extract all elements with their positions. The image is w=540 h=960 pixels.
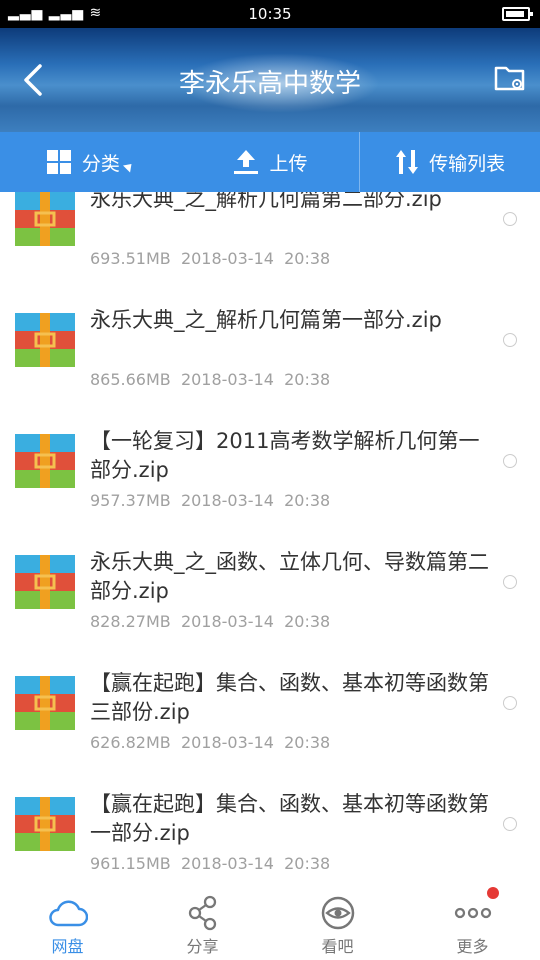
file-meta: 626.82MB 2018-03-14 20:38 [90,733,331,752]
zip-archive-icon [15,797,75,851]
file-list: 永乐大典_之_解析几何篇第二部分.zip 693.51MB 2018-03-14… [0,192,540,870]
tab-watch-label: 看吧 [321,937,354,956]
more-icon [454,907,491,919]
grid-icon [46,150,71,174]
toolbar: 分类 上传 传输列表 [0,132,540,192]
select-radio[interactable] [503,575,517,589]
tab-disk-label: 网盘 [51,937,84,956]
file-name: 永乐大典_之_解析几何篇第二部分.zip [90,192,442,211]
transfer-list-label: 传输列表 [429,152,506,175]
notification-badge [487,887,499,899]
tab-more[interactable]: 更多 [405,870,540,960]
category-button[interactable]: 分类 [0,132,180,192]
zip-archive-icon [15,555,75,609]
transfer-list-button[interactable]: 传输列表 [360,132,540,192]
file-name: 【赢在起跑】集合、函数、基本初等函数第三部份.zip [90,671,489,724]
zip-archive-icon [15,676,75,730]
file-row[interactable]: 【一轮复习】2011高考数学解析几何第一部分.zip 957.37MB 2018… [0,411,540,532]
file-name: 【赢在起跑】集合、函数、基本初等函数第一部分.zip [90,792,489,845]
file-meta: 961.15MB 2018-03-14 20:38 [90,854,331,870]
select-radio[interactable] [503,454,517,468]
file-meta: 693.51MB 2018-03-14 20:38 [90,249,331,268]
tab-share-label: 分享 [186,937,219,956]
upload-label: 上传 [269,152,308,175]
file-row[interactable]: 永乐大典_之_解析几何篇第二部分.zip 693.51MB 2018-03-14… [0,192,540,290]
file-meta: 828.27MB 2018-03-14 20:38 [90,612,331,631]
upload-button[interactable]: 上传 [180,132,360,192]
share-icon [188,895,216,931]
dropdown-caret-icon [122,159,135,173]
folder-settings-icon[interactable] [494,62,526,94]
file-row[interactable]: 【赢在起跑】集合、函数、基本初等函数第三部份.zip 626.82MB 2018… [0,653,540,774]
bottom-nav: 网盘 分享 看吧 更多 [0,870,540,960]
battery-icon [502,7,533,21]
category-label: 分类 [81,152,120,175]
select-radio[interactable] [503,696,517,710]
zip-archive-icon [15,434,75,488]
select-radio[interactable] [503,333,517,347]
upload-icon [233,150,258,174]
header: 李永乐高中数学 [0,28,540,132]
file-name: 永乐大典_之_函数、立体几何、导数篇第二部分.zip [90,550,489,603]
tab-more-label: 更多 [456,937,489,956]
file-row[interactable]: 永乐大典_之_函数、立体几何、导数篇第二部分.zip 828.27MB 2018… [0,532,540,653]
status-time: 10:35 [248,5,292,23]
transfer-icon [396,150,419,174]
zip-archive-icon [15,192,75,246]
zip-archive-icon [15,313,75,367]
select-radio[interactable] [503,817,517,831]
select-radio[interactable] [503,212,517,226]
file-row[interactable]: 永乐大典_之_解析几何篇第一部分.zip 865.66MB 2018-03-14… [0,290,540,411]
file-meta: 957.37MB 2018-03-14 20:38 [90,491,331,510]
page-title: 李永乐高中数学 [178,69,361,99]
status-bar: ▂▃▅ ▂▃▅ ≋ 10:35 [0,0,540,28]
file-meta: 865.66MB 2018-03-14 20:38 [90,370,331,389]
eye-icon [321,896,354,930]
cloud-icon [48,900,88,927]
tab-share[interactable]: 分享 [135,870,270,960]
tab-disk[interactable]: 网盘 [0,870,135,960]
file-name: 【一轮复习】2011高考数学解析几何第一部分.zip [90,429,480,482]
file-name: 永乐大典_之_解析几何篇第一部分.zip [90,308,442,332]
tab-watch[interactable]: 看吧 [270,870,405,960]
file-row[interactable]: 【赢在起跑】集合、函数、基本初等函数第一部分.zip 961.15MB 2018… [0,774,540,870]
